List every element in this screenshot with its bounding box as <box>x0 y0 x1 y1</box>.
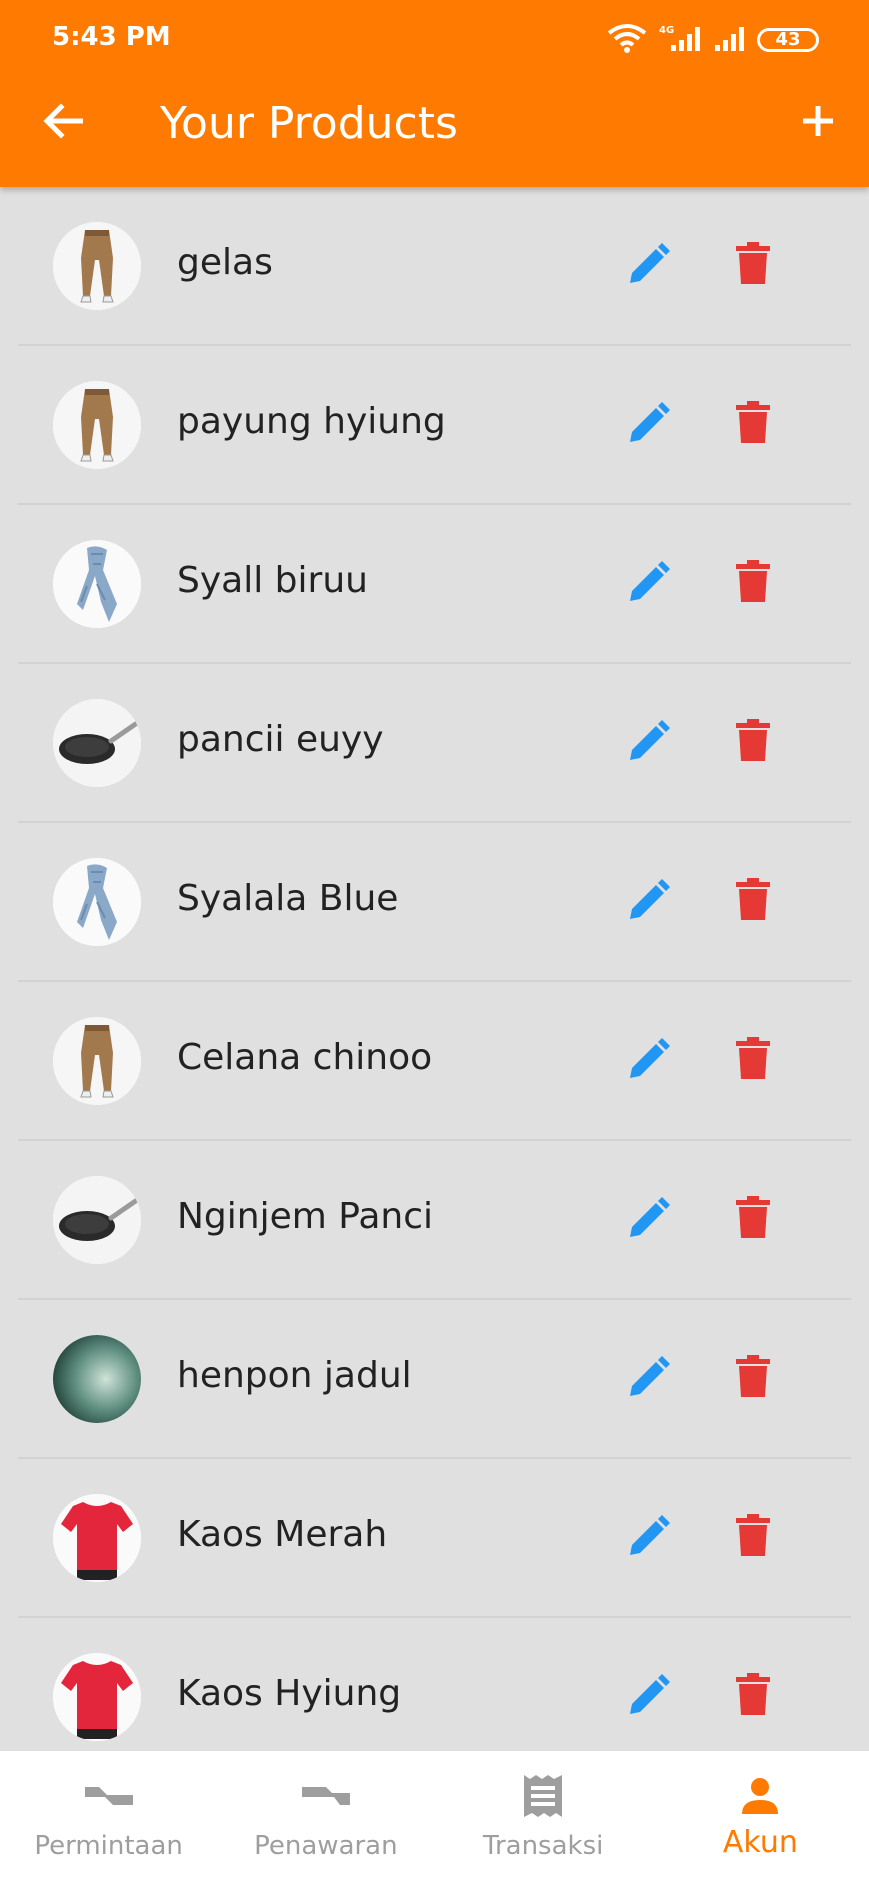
product-row[interactable]: payung hyiung <box>0 346 869 505</box>
nav-akun[interactable]: Akun <box>652 1751 869 1883</box>
product-name: gelas <box>177 242 273 283</box>
delete-button[interactable] <box>723 1507 783 1567</box>
delete-button[interactable] <box>723 1666 783 1726</box>
product-name: henpon jadul <box>177 1355 412 1396</box>
edit-button[interactable] <box>618 1350 678 1410</box>
nav-label: Penawaran <box>254 1831 398 1861</box>
product-row[interactable]: Syalala Blue <box>0 823 869 982</box>
pencil-icon <box>626 243 670 291</box>
product-image <box>53 1335 141 1423</box>
nav-permintaan[interactable]: Permintaan <box>0 1751 217 1883</box>
product-name: Syalala Blue <box>177 878 399 919</box>
trash-icon <box>736 1037 770 1083</box>
product-image <box>53 699 141 787</box>
nav-label: Transaksi <box>482 1831 604 1861</box>
nav-penawaran[interactable]: Penawaran <box>217 1751 434 1883</box>
edit-button[interactable] <box>618 714 678 774</box>
arrow-back-icon <box>43 103 84 143</box>
signal-4g-icon: 4G <box>657 23 703 57</box>
product-name: Syall biruu <box>177 560 368 601</box>
wifi-icon <box>607 23 647 57</box>
edit-button[interactable] <box>618 237 678 297</box>
delete-button[interactable] <box>723 1189 783 1249</box>
product-name: payung hyiung <box>177 401 446 442</box>
pencil-icon <box>626 1356 670 1404</box>
edit-button[interactable] <box>618 1509 678 1569</box>
delete-button[interactable] <box>723 394 783 454</box>
bottom-navigation: Permintaan Penawaran Transaksi Akun <box>0 1750 869 1883</box>
battery-indicator: 43 <box>757 28 819 52</box>
pencil-icon <box>626 1038 670 1086</box>
nav-transaksi[interactable]: Transaksi <box>435 1751 652 1883</box>
pencil-icon <box>626 561 670 609</box>
edit-button[interactable] <box>618 1668 678 1728</box>
add-icon <box>801 104 835 142</box>
trash-icon <box>736 242 770 288</box>
pencil-icon <box>626 879 670 927</box>
product-name: Nginjem Panci <box>177 1196 434 1237</box>
delete-button[interactable] <box>723 1348 783 1408</box>
handshake-request-icon <box>83 1773 135 1819</box>
product-name: Celana chinoo <box>177 1037 433 1078</box>
delete-button[interactable] <box>723 553 783 613</box>
trash-icon <box>736 878 770 924</box>
status-icons: 4G 43 <box>607 20 819 60</box>
nav-label: Permintaan <box>34 1831 183 1861</box>
app-bar: 5:43 PM 4G 43 Your Products <box>0 0 869 187</box>
receipt-icon <box>522 1773 564 1819</box>
trash-icon <box>736 719 770 765</box>
edit-button[interactable] <box>618 1191 678 1251</box>
product-row[interactable]: Celana chinoo <box>0 982 869 1141</box>
status-time: 5:43 PM <box>52 22 171 52</box>
product-image <box>53 381 141 469</box>
back-button[interactable] <box>36 96 90 150</box>
product-image <box>53 540 141 628</box>
product-row[interactable]: Kaos Hyiung <box>0 1618 869 1750</box>
pencil-icon <box>626 720 670 768</box>
signal-icon <box>713 23 747 57</box>
product-row[interactable]: Kaos Merah <box>0 1459 869 1618</box>
delete-button[interactable] <box>723 712 783 772</box>
product-list: gelas payung hyiung Syall biruu pancii euyy… <box>0 187 869 1750</box>
product-row[interactable]: gelas <box>0 187 869 346</box>
pencil-icon <box>626 402 670 450</box>
trash-icon <box>736 1673 770 1719</box>
product-image <box>53 222 141 310</box>
product-image <box>53 858 141 946</box>
delete-button[interactable] <box>723 235 783 295</box>
pencil-icon <box>626 1197 670 1245</box>
network-label: 4G <box>659 25 674 36</box>
edit-button[interactable] <box>618 396 678 456</box>
pencil-icon <box>626 1674 670 1722</box>
edit-button[interactable] <box>618 1032 678 1092</box>
trash-icon <box>736 401 770 447</box>
product-image <box>53 1494 141 1582</box>
product-image <box>53 1653 141 1741</box>
edit-button[interactable] <box>618 555 678 615</box>
product-name: pancii euyy <box>177 719 384 760</box>
product-row[interactable]: pancii euyy <box>0 664 869 823</box>
trash-icon <box>736 1196 770 1242</box>
trash-icon <box>736 1355 770 1401</box>
delete-button[interactable] <box>723 871 783 931</box>
product-row[interactable]: henpon jadul <box>0 1300 869 1459</box>
trash-icon <box>736 1514 770 1560</box>
person-icon <box>740 1773 780 1819</box>
page-title: Your Products <box>160 98 458 149</box>
product-name: Kaos Merah <box>177 1514 388 1555</box>
pencil-icon <box>626 1515 670 1563</box>
product-image <box>53 1017 141 1105</box>
trash-icon <box>736 560 770 606</box>
product-row[interactable]: Nginjem Panci <box>0 1141 869 1300</box>
nav-label: Akun <box>722 1825 798 1860</box>
delete-button[interactable] <box>723 1030 783 1090</box>
edit-button[interactable] <box>618 873 678 933</box>
add-product-button[interactable] <box>791 96 845 150</box>
product-name: Kaos Hyiung <box>177 1673 402 1714</box>
product-image <box>53 1176 141 1264</box>
product-row[interactable]: Syall biruu <box>0 505 869 664</box>
handshake-offer-icon <box>300 1773 352 1819</box>
